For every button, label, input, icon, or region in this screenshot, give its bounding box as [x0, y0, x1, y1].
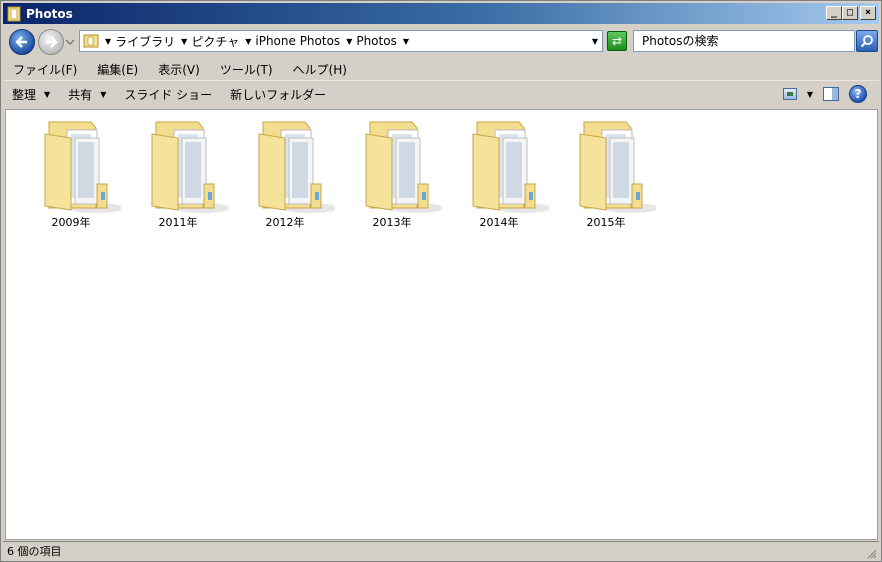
menu-edit[interactable]: 編集(E): [87, 61, 148, 78]
change-view-icon[interactable]: [782, 88, 797, 100]
back-button[interactable]: [9, 29, 35, 55]
file-list-area[interactable]: 2009年 2011年 2012年 2013年 2014年 2015年: [5, 109, 878, 540]
folder-icon: [579, 121, 656, 213]
folder-item[interactable]: 2009年: [21, 116, 121, 234]
breadcrumb-iphone-photos[interactable]: iPhone Photos: [255, 34, 340, 48]
folder-icon: [83, 33, 99, 49]
folder-name: 2011年: [158, 216, 198, 229]
recent-pages-dropdown[interactable]: [65, 36, 75, 46]
organize-label: 整理: [12, 88, 37, 102]
command-bar: 整理 ▼ 共有 ▼ スライド ショー 新しいフォルダー ▼ ?: [3, 80, 879, 108]
folder-name: 2014年: [479, 216, 519, 229]
window-title: Photos: [26, 6, 73, 21]
folder-item[interactable]: 2012年: [235, 116, 335, 234]
breadcrumb-arrow-icon[interactable]: ▼: [403, 37, 409, 46]
new-folder-label: 新しいフォルダー: [230, 88, 327, 102]
forward-button[interactable]: [38, 29, 64, 55]
share-button[interactable]: 共有 ▼: [59, 86, 115, 103]
folder-item[interactable]: 2015年: [556, 116, 656, 234]
back-arrow-icon: [15, 36, 27, 48]
folder-icon: [472, 121, 549, 213]
slideshow-button[interactable]: スライド ショー: [115, 86, 221, 103]
search-icon: [860, 35, 873, 48]
address-bar[interactable]: ▼ ライブラリ ▼ ピクチャ ▼ iPhone Photos ▼ Photos …: [79, 30, 603, 52]
breadcrumb-item[interactable]: ▼ iPhone Photos: [239, 34, 340, 48]
menu-tools[interactable]: ツール(T): [210, 61, 283, 78]
chevron-down-icon: ▼: [100, 90, 107, 99]
folder-icon: [365, 121, 442, 213]
refresh-icon: ⇄: [611, 34, 623, 48]
address-row: ▼ ライブラリ ▼ ピクチャ ▼ iPhone Photos ▼ Photos …: [3, 26, 879, 58]
title-bar[interactable]: Photos _ □ ×: [3, 3, 879, 24]
search-button[interactable]: [856, 30, 878, 52]
breadcrumb-item[interactable]: ▼ ライブラリ: [99, 33, 175, 50]
address-dropdown-icon[interactable]: ▼: [592, 37, 598, 46]
minimize-button[interactable]: _: [826, 6, 842, 20]
breadcrumb-item[interactable]: ▼ ピクチャ: [175, 33, 239, 50]
folder-name: 2012年: [265, 216, 305, 229]
breadcrumb-arrow-icon[interactable]: ▼: [181, 37, 187, 46]
new-folder-button[interactable]: 新しいフォルダー: [221, 86, 335, 103]
slideshow-label: スライド ショー: [124, 88, 213, 102]
status-bar: 6 個の項目: [3, 541, 879, 560]
menu-file[interactable]: ファイル(F): [3, 61, 87, 78]
folder-item[interactable]: 2014年: [449, 116, 549, 234]
folder-icon: [44, 121, 121, 213]
item-count: 6 個の項目: [7, 545, 62, 558]
close-button[interactable]: ×: [860, 6, 876, 20]
folder-name: 2015年: [586, 216, 626, 229]
folder-name: 2009年: [51, 216, 91, 229]
share-label: 共有: [68, 88, 93, 102]
breadcrumb-library[interactable]: ライブラリ: [115, 33, 175, 50]
view-options-dropdown-icon[interactable]: ▼: [807, 90, 813, 99]
resize-grip-icon[interactable]: [865, 547, 877, 559]
maximize-button[interactable]: □: [842, 6, 858, 20]
forward-arrow-icon: [46, 36, 58, 48]
organize-button[interactable]: 整理 ▼: [3, 86, 59, 103]
breadcrumb-arrow-icon[interactable]: ▼: [245, 37, 251, 46]
explorer-window: Photos _ □ × ▼ ライブラリ ▼ ピクチャ ▼ iPhone Pho…: [0, 0, 882, 562]
breadcrumb-pictures[interactable]: ピクチャ: [191, 33, 239, 50]
help-icon[interactable]: ?: [849, 85, 867, 103]
menu-bar: ファイル(F) 編集(E) 表示(V) ツール(T) ヘルプ(H): [3, 59, 879, 79]
breadcrumb-arrow-icon[interactable]: ▼: [105, 37, 111, 46]
folder-name: 2013年: [372, 216, 412, 229]
breadcrumb-photos[interactable]: Photos: [356, 34, 396, 48]
folder-item[interactable]: 2011年: [128, 116, 228, 234]
breadcrumb-arrow-icon[interactable]: ▼: [346, 37, 352, 46]
folder-icon: [258, 121, 335, 213]
folder-icon: [151, 121, 228, 213]
search-input[interactable]: Photosの検索: [633, 30, 855, 52]
preview-pane-icon[interactable]: [823, 87, 839, 101]
folder-icon: [7, 6, 21, 22]
refresh-button[interactable]: ⇄: [607, 31, 627, 51]
breadcrumb-item[interactable]: ▼ Photos ▼: [340, 34, 413, 48]
menu-help[interactable]: ヘルプ(H): [283, 61, 357, 78]
chevron-down-icon: ▼: [44, 90, 51, 99]
folder-item[interactable]: 2013年: [342, 116, 442, 234]
chevron-down-icon: [65, 39, 75, 45]
menu-view[interactable]: 表示(V): [148, 61, 210, 78]
